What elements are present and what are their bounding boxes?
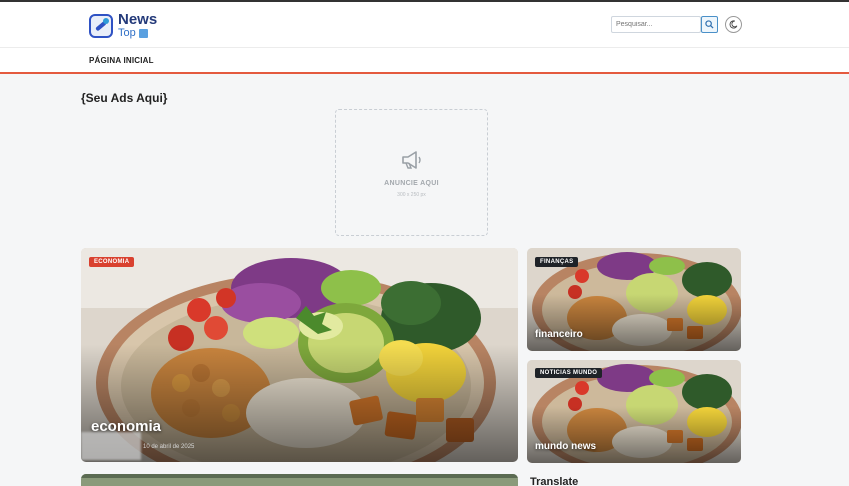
ads-section-title: {Seu Ads Aqui} xyxy=(81,91,168,105)
moon-icon xyxy=(729,20,738,29)
category-badge-noticias-mundo[interactable]: NOTICIAS MUNDO xyxy=(535,368,603,378)
site-logo[interactable]: News Top xyxy=(89,12,157,39)
logo-top-text: Top xyxy=(118,27,136,39)
ad-label: ANUNCIE AQUI xyxy=(384,180,439,187)
news-logo-icon xyxy=(89,13,113,38)
site-header: News Top xyxy=(0,2,849,48)
news-card-partial[interactable] xyxy=(81,474,518,486)
main-nav: PÁGINA INICIAL xyxy=(0,48,849,74)
search-icon xyxy=(705,20,714,29)
side-card-title-financeiro[interactable]: financeiro xyxy=(535,329,583,340)
megaphone-icon xyxy=(402,151,421,169)
featured-card-financas[interactable]: FINANÇAS financeiro xyxy=(527,248,741,351)
search-input[interactable] xyxy=(611,16,701,33)
translate-widget-title: Translate xyxy=(530,476,579,486)
search-button[interactable] xyxy=(701,16,718,33)
nav-item-home[interactable]: PÁGINA INICIAL xyxy=(89,56,154,65)
flag-icon xyxy=(138,29,148,38)
featured-card-main[interactable]: ECONOMIA economia 10 de abril de 2025 xyxy=(81,248,518,462)
ad-size: 300 x 250 px xyxy=(397,192,426,198)
category-badge-financas[interactable]: FINANÇAS xyxy=(535,257,579,267)
theme-toggle-button[interactable] xyxy=(725,16,742,33)
logo-top-row: Top xyxy=(118,28,157,39)
logo-news-text: News xyxy=(118,11,158,28)
ad-placeholder[interactable]: ANUNCIE AQUI 300 x 250 px xyxy=(335,109,488,236)
food-bowl-image xyxy=(81,474,518,486)
side-card-title-mundo[interactable]: mundo news xyxy=(535,441,596,452)
featured-card-mundo[interactable]: NOTICIAS MUNDO mundo news xyxy=(527,360,741,463)
main-card-date: 10 de abril de 2025 xyxy=(143,444,195,450)
blurred-avatar xyxy=(81,432,141,460)
category-badge-economia[interactable]: ECONOMIA xyxy=(89,257,135,267)
